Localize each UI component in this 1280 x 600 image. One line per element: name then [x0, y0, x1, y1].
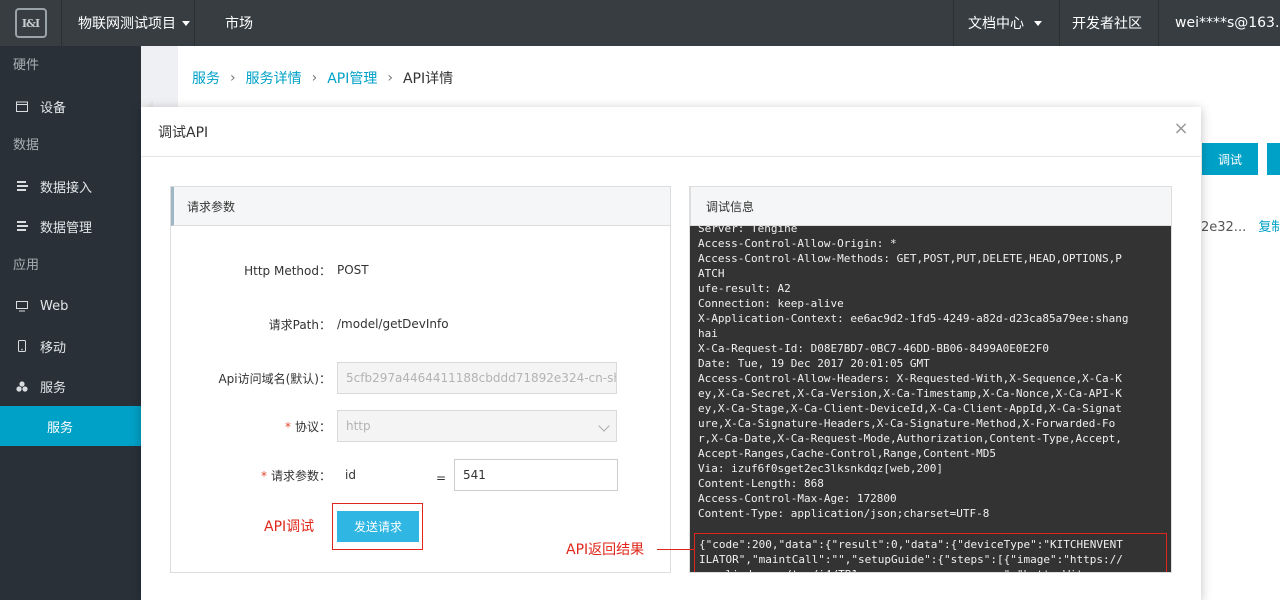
protocol-select[interactable]: http [337, 410, 617, 442]
console-line: Access-Control-Allow-Origin: * [698, 237, 897, 250]
api-result-annotation: API返回结果 [566, 542, 645, 558]
console-line: Date: Tue, 19 Dec 2017 20:01:05 GMT [698, 357, 930, 370]
console-line: ey,X-Ca-Secret,X-Ca-Version,X-Ca-Timesta… [698, 387, 1122, 400]
console-line: Content-Type: application/json;charset=U… [698, 507, 990, 520]
debug-info-panel: 调试信息 Server: Tengine Access-Control-Allow… [689, 186, 1172, 573]
api-debug-annotation: API调试 [264, 519, 315, 535]
request-params-title: 请求参数 [171, 187, 670, 226]
param-value: 541 [463, 468, 486, 482]
console-line: ufe-result: A2 [698, 282, 791, 295]
console-line: Via: izuf6f0sget2ec3lksnkdqz[web,200] [698, 462, 944, 475]
http-method-value: POST [337, 263, 369, 277]
console-line: r,X-Ca-Date,X-Ca-Request-Mode,Authorizat… [698, 432, 1122, 445]
domain-row: Api访问域名(默认)： 5cfb297a4464411188cbddd7189… [171, 362, 671, 394]
params-label: * 请求参数： [260, 468, 331, 483]
request-params-panel: 请求参数 Http Method： POST 请求Path： /model/ge… [170, 186, 671, 573]
protocol-label-text: 协议： [294, 419, 331, 434]
response-body: {"code":200,"data":{"result":0,"data":{"… [699, 537, 1123, 572]
console-line: hai [698, 327, 718, 340]
send-button-highlight: 发送请求 [332, 503, 423, 550]
params-label-text: 请求参数： [270, 468, 331, 483]
modal-header: 调试API [141, 107, 1201, 157]
protocol-value: http [346, 419, 371, 433]
console-line: Connection: keep-alive [698, 297, 844, 310]
param-value-input[interactable]: 541 [454, 459, 618, 491]
console-line: Access-Control-Max-Age: 172800 [698, 492, 897, 505]
domain-value: 5cfb297a4464411188cbddd71892e324-cn-shan… [346, 371, 616, 385]
path-row: 请求Path： /model/getDevInfo [171, 308, 671, 340]
console-line: ATCH [698, 267, 725, 280]
param-equals: = [436, 471, 447, 485]
debug-console[interactable]: Server: Tengine Access-Control-Allow-Orig… [690, 226, 1171, 572]
result-line: {"code":200,"data":{"result":0,"data":{"… [699, 538, 1123, 551]
annotation-pointer-line [657, 549, 694, 550]
http-method-label: Http Method： [244, 263, 331, 278]
console-line: Content-Length: 868 [698, 477, 824, 490]
debug-api-modal: 调试API × 请求参数 Http Method： POST 请求Path： /… [141, 107, 1201, 600]
domain-label: Api访问域名(默认)： [218, 371, 331, 386]
result-line: gw.alicdn.com/tps/i4/TB1xxxxxxxxxxxxxxxx… [699, 567, 1123, 572]
console-line: Access-Control-Allow-Headers: X-Requeste… [698, 372, 1122, 385]
result-highlight: {"code":200,"data":{"result":0,"data":{"… [694, 533, 1167, 572]
path-value: /model/getDevInfo [337, 317, 449, 331]
send-request-label: 发送请求 [353, 520, 402, 534]
protocol-row: * 协议： http [171, 410, 671, 442]
result-line: ILATOR","maintCall":"","setupGuide":{"st… [699, 553, 1123, 566]
params-row: * 请求参数： id = 541 [171, 459, 671, 491]
console-line: X-Application-Context: ee6ac9d2-1fd5-424… [698, 312, 1129, 325]
console-line: Server: Tengine [698, 226, 798, 235]
param-name: id [345, 468, 356, 482]
console-line: Access-Control-Allow-Methods: GET,POST,P… [698, 252, 1122, 265]
send-request-button[interactable]: 发送请求 [337, 511, 419, 542]
debug-info-title: 调试信息 [690, 187, 1171, 226]
response-headers: Server: Tengine Access-Control-Allow-Orig… [698, 226, 1166, 521]
domain-input[interactable]: 5cfb297a4464411188cbddd71892e324-cn-shan… [337, 362, 617, 394]
protocol-label: * 协议： [284, 419, 331, 434]
console-line: ey,X-Ca-Stage,X-Ca-Client-DeviceId,X-Ca-… [698, 402, 1122, 415]
chevron-down-icon [598, 420, 610, 432]
console-line: Accept-Ranges,Cache-Control,Range,Conten… [698, 447, 997, 460]
console-line: X-Ca-Request-Id: D08E7BD7-0BC7-46DD-BB06… [698, 342, 1049, 355]
path-label: 请求Path： [268, 317, 331, 332]
console-line: ure,X-Ca-Signature-Headers,X-Ca-Signatur… [698, 417, 1116, 430]
close-icon[interactable]: × [1173, 120, 1189, 138]
http-method-row: Http Method： POST [171, 254, 671, 286]
modal-title: 调试API [158, 124, 209, 141]
